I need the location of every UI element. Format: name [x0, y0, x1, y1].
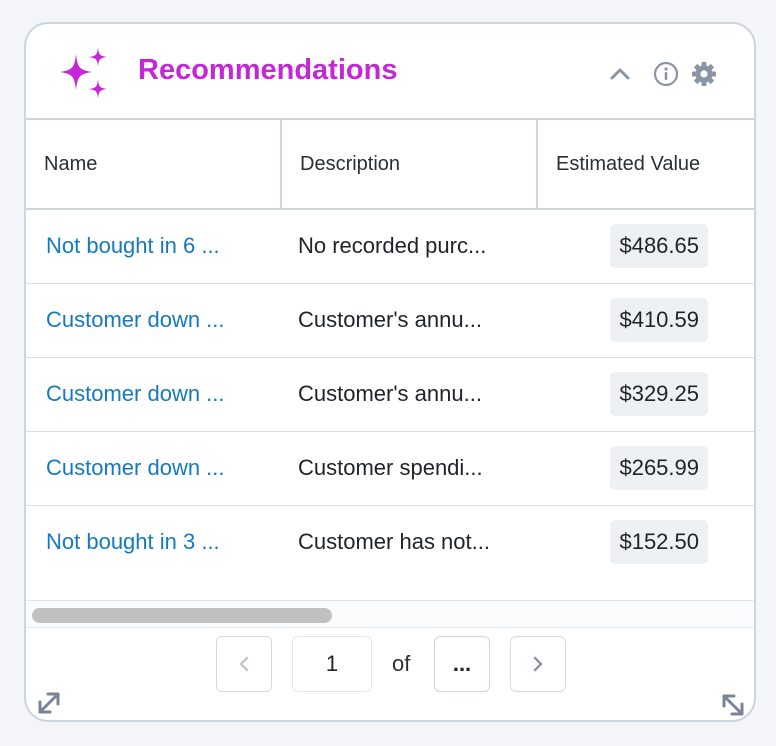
total-pages-button[interactable]: ... — [434, 636, 490, 692]
recommendation-description: No recorded purc... — [298, 233, 487, 258]
column-header-estimated-value[interactable]: Estimated Value — [556, 120, 700, 208]
gear-icon[interactable] — [690, 60, 718, 88]
column-header-description[interactable]: Description — [300, 120, 400, 208]
column-header-name[interactable]: Name — [44, 120, 97, 208]
table-header: Name Description Estimated Value — [26, 118, 754, 210]
card-title: Recommendations — [138, 54, 398, 86]
table-row: Not bought in 6 ... No recorded purc... … — [26, 210, 754, 284]
table-row: Customer down ... Customer's annu... $41… — [26, 284, 754, 358]
estimated-value-badge: $410.59 — [610, 298, 708, 342]
recommendations-table: Name Description Estimated Value Not bou… — [26, 118, 754, 580]
page-of-label: of — [392, 651, 411, 676]
column-divider[interactable] — [280, 120, 282, 208]
resize-handle-icon[interactable] — [34, 688, 64, 718]
table-row: Customer down ... Customer's annu... $32… — [26, 358, 754, 432]
estimated-value-badge: $486.65 — [610, 224, 708, 268]
recommendation-description: Customer's annu... — [298, 381, 482, 406]
info-icon[interactable] — [652, 60, 680, 88]
recommendation-name-link[interactable]: Customer down ... — [46, 284, 225, 356]
previous-page-button[interactable] — [216, 636, 272, 692]
scrollbar-thumb[interactable] — [32, 608, 332, 623]
resize-handle-icon[interactable] — [718, 690, 748, 720]
horizontal-scrollbar[interactable] — [26, 600, 754, 628]
column-divider[interactable] — [536, 120, 538, 208]
estimated-value-badge: $152.50 — [610, 520, 708, 564]
estimated-value-badge: $329.25 — [610, 372, 708, 416]
recommendation-description: Customer spendi... — [298, 455, 483, 480]
recommendations-card: Recommendations Name Description Estimat… — [24, 22, 756, 722]
estimated-value-badge: $265.99 — [610, 446, 708, 490]
pagination: 1 of ... — [26, 636, 754, 694]
table-row: Not bought in 3 ... Customer has not... … — [26, 506, 754, 580]
page-number-input[interactable]: 1 — [292, 636, 372, 692]
recommendation-name-link[interactable]: Customer down ... — [46, 358, 225, 430]
recommendation-description: Customer has not... — [298, 529, 490, 554]
recommendation-description: Customer's annu... — [298, 307, 482, 332]
recommendation-name-link[interactable]: Not bought in 3 ... — [46, 506, 220, 578]
chevron-up-icon[interactable] — [606, 60, 634, 88]
chevron-left-icon — [239, 656, 249, 672]
chevron-right-icon — [533, 656, 543, 672]
table-row: Customer down ... Customer spendi... $26… — [26, 432, 754, 506]
card-header: Recommendations — [26, 24, 754, 120]
recommendation-name-link[interactable]: Customer down ... — [46, 432, 225, 504]
next-page-button[interactable] — [510, 636, 566, 692]
recommendation-name-link[interactable]: Not bought in 6 ... — [46, 210, 220, 282]
sparkles-icon — [60, 48, 107, 98]
